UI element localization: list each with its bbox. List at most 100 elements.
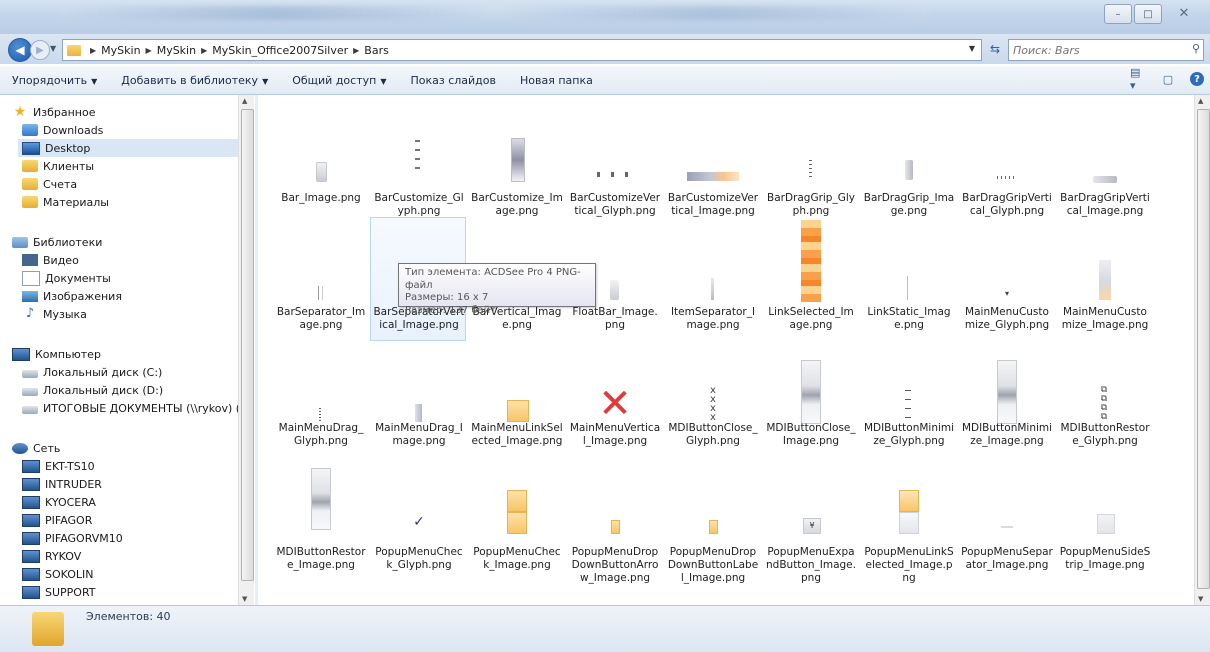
nav-disk-d[interactable]: Локальный диск (D:) <box>22 381 238 399</box>
file-item[interactable]: BarDragGrip_Image.png <box>860 133 956 233</box>
breadcrumb-item[interactable]: Bars <box>364 44 389 57</box>
recent-pages-dropdown[interactable]: ▼ <box>50 44 56 53</box>
file-item[interactable]: MDIButtonRestore_Image.png <box>272 463 368 583</box>
file-item[interactable]: BarCustomize_Image.png <box>468 133 564 233</box>
nav-video[interactable]: Видео <box>22 251 238 269</box>
nav-computer[interactable]: Компьютер <box>12 345 250 363</box>
scroll-down-icon[interactable]: ▼ <box>242 595 247 603</box>
file-item[interactable]: PopupMenuCheck_Image.png <box>468 463 564 583</box>
file-item[interactable]: PopupMenuDropDownButtonLabel_Image.png <box>664 463 760 584</box>
view-options-button[interactable]: ▤ ▾ <box>1130 66 1146 92</box>
explorer-window: – □ ✕ ◀ ▶ ▼ ▶ MySkin ▶ MySkin ▶ MySkin_O… <box>0 0 1210 652</box>
file-item[interactable]: MDIButtonClose_Image.png <box>762 357 858 457</box>
file-name: BarDragGrip_Glyph.png <box>766 192 855 217</box>
nav-materials[interactable]: Материалы <box>22 193 238 211</box>
drive-icon <box>22 370 38 378</box>
file-item[interactable]: MDIButtonMinimize_Image.png <box>958 357 1054 457</box>
computer-icon <box>22 567 40 581</box>
file-item[interactable]: BarCustomizeVertical_Glyph.png <box>566 133 662 233</box>
nav-scrollbar[interactable]: ▲ ▼ <box>238 95 254 605</box>
file-item[interactable]: xxxx MDIButtonClose_Glyph.png <box>664 357 760 457</box>
file-thumbnail: ⧉ ⧉ ⧉ ⧉ <box>1100 385 1108 422</box>
file-item[interactable]: ItemSeparator_Image.png <box>664 241 760 341</box>
minimize-button[interactable]: – <box>1104 4 1132 24</box>
search-input[interactable] <box>1009 40 1185 60</box>
refresh-button[interactable]: ⇆ <box>984 39 1006 59</box>
nav-clients[interactable]: Клиенты <box>22 157 238 175</box>
scroll-thumb[interactable] <box>241 109 254 581</box>
forward-button[interactable]: ▶ <box>30 40 50 60</box>
file-item[interactable]: ⧉ ⧉ ⧉ ⧉ MDIButtonRestore_Glyph.png <box>1056 357 1152 457</box>
nav-host[interactable]: PIFAGORVM10 <box>22 529 238 547</box>
scroll-down-icon[interactable]: ▼ <box>1198 595 1203 603</box>
file-item[interactable]: MDIButtonMinimize_Glyph.png <box>860 357 956 457</box>
file-item[interactable]: BarDragGrip_Glyph.png <box>762 133 858 233</box>
share-menu[interactable]: Общий доступ ▼ <box>280 74 398 87</box>
maximize-button[interactable]: □ <box>1134 4 1162 24</box>
scroll-up-icon[interactable]: ▲ <box>242 97 247 105</box>
nav-libraries[interactable]: Библиотеки <box>12 233 250 251</box>
new-folder-button[interactable]: Новая папка <box>508 74 605 87</box>
address-bar[interactable]: ▶ MySkin ▶ MySkin ▶ MySkin_Office2007Sil… <box>62 39 982 61</box>
breadcrumb-item[interactable]: MySkin <box>157 44 196 57</box>
file-item[interactable]: PopupMenuDropDownButtonArrow_Image.png <box>566 463 662 584</box>
nav-disk-c[interactable]: Локальный диск (C:) <box>22 363 238 381</box>
file-item[interactable]: ✓ PopupMenuCheck_Glyph.png <box>370 463 466 583</box>
add-to-library-menu[interactable]: Добавить в библиотеку ▼ <box>109 74 280 87</box>
close-button[interactable]: ✕ <box>1164 4 1204 22</box>
file-item[interactable]: ✕ MainMenuVertical_Image.png <box>566 357 662 457</box>
nav-desktop[interactable]: Desktop <box>18 139 238 157</box>
file-item[interactable]: BarCustomizeVertical_Image.png <box>664 133 760 233</box>
nav-host[interactable]: RYKOV <box>22 547 238 565</box>
nav-accounts[interactable]: Счета <box>22 175 238 193</box>
nav-images[interactable]: Изображения <box>22 287 238 305</box>
file-thumbnail <box>611 520 620 534</box>
nav-host[interactable]: SOKOLIN <box>22 565 238 583</box>
organize-menu[interactable]: Упорядочить ▼ <box>0 74 109 87</box>
nav-host[interactable]: PIFAGOR <box>22 511 238 529</box>
search-box[interactable]: ⚲ <box>1008 39 1204 61</box>
file-item[interactable]: PopupMenuSideStrip_Image.png <box>1056 463 1152 583</box>
breadcrumb-item[interactable]: MySkin <box>101 44 140 57</box>
nav-host[interactable]: INTRUDER <box>22 475 238 493</box>
file-item[interactable]: BarSeparator_Image.png <box>272 241 368 341</box>
nav-host[interactable]: SUPPORT <box>22 583 238 601</box>
nav-network-drive[interactable]: ИТОГОВЫЕ ДОКУМЕНТЫ (\\rykov) (Z <box>22 399 238 417</box>
desktop-icon <box>22 141 40 155</box>
file-item[interactable]: BarDragGripVertical_Image.png <box>1056 133 1152 233</box>
nav-host[interactable]: EKT-TS10 <box>22 457 238 475</box>
file-item[interactable]: Bar_Image.png <box>272 133 368 233</box>
file-item[interactable]: MainMenuDrag_Glyph.png <box>272 357 368 457</box>
file-item[interactable]: BarDragGripVertical_Glyph.png <box>958 133 1054 233</box>
scroll-thumb[interactable] <box>1197 109 1210 589</box>
title-bar: – □ ✕ <box>0 0 1210 34</box>
file-item[interactable]: PopupMenuSeparator_Image.png <box>958 463 1054 583</box>
scroll-up-icon[interactable]: ▲ <box>1198 97 1203 105</box>
nav-network[interactable]: Сеть <box>12 439 250 457</box>
file-name: MainMenuCustomize_Glyph.png <box>964 306 1050 331</box>
nav-music[interactable]: ♪ Музыка <box>22 305 238 323</box>
file-item[interactable]: MainMenuCustomize_Image.png <box>1056 241 1152 341</box>
address-dropdown[interactable]: ▼ <box>969 44 975 53</box>
file-item[interactable]: MainMenuDrag_Image.png <box>370 357 466 457</box>
chevron-down-icon: ▼ <box>380 76 387 86</box>
file-item[interactable]: MainMenuLinkSelected_Image.png <box>468 357 564 457</box>
file-item[interactable]: LinkSelected_Image.png <box>762 220 858 341</box>
search-icon[interactable]: ⚲ <box>1192 42 1200 55</box>
file-list-scrollbar[interactable]: ▲ ▼ <box>1194 95 1210 605</box>
file-thumbnail <box>1097 514 1115 534</box>
nav-host[interactable]: KYOCERA <box>22 493 238 511</box>
file-item[interactable]: LinkStatic_Image.png <box>860 241 956 341</box>
file-item[interactable]: ▾ MainMenuCustomize_Glyph.png <box>958 241 1054 341</box>
nav-favorites[interactable]: ★ Избранное <box>12 103 250 121</box>
preview-pane-button[interactable]: ▢ <box>1160 71 1176 87</box>
file-item[interactable]: PopupMenuLinkSelected_Image.png <box>860 463 956 584</box>
help-icon[interactable]: ? <box>1190 72 1204 86</box>
breadcrumb-item[interactable]: MySkin_Office2007Silver <box>212 44 348 57</box>
file-thumbnail <box>907 276 908 300</box>
slideshow-button[interactable]: Показ слайдов <box>398 74 508 87</box>
back-button[interactable]: ◀ <box>8 38 32 62</box>
file-item[interactable]: ¥ PopupMenuExpandButton_Image.png <box>762 463 858 584</box>
nav-downloads[interactable]: Downloads <box>22 121 238 139</box>
nav-documents[interactable]: Документы <box>22 269 238 287</box>
